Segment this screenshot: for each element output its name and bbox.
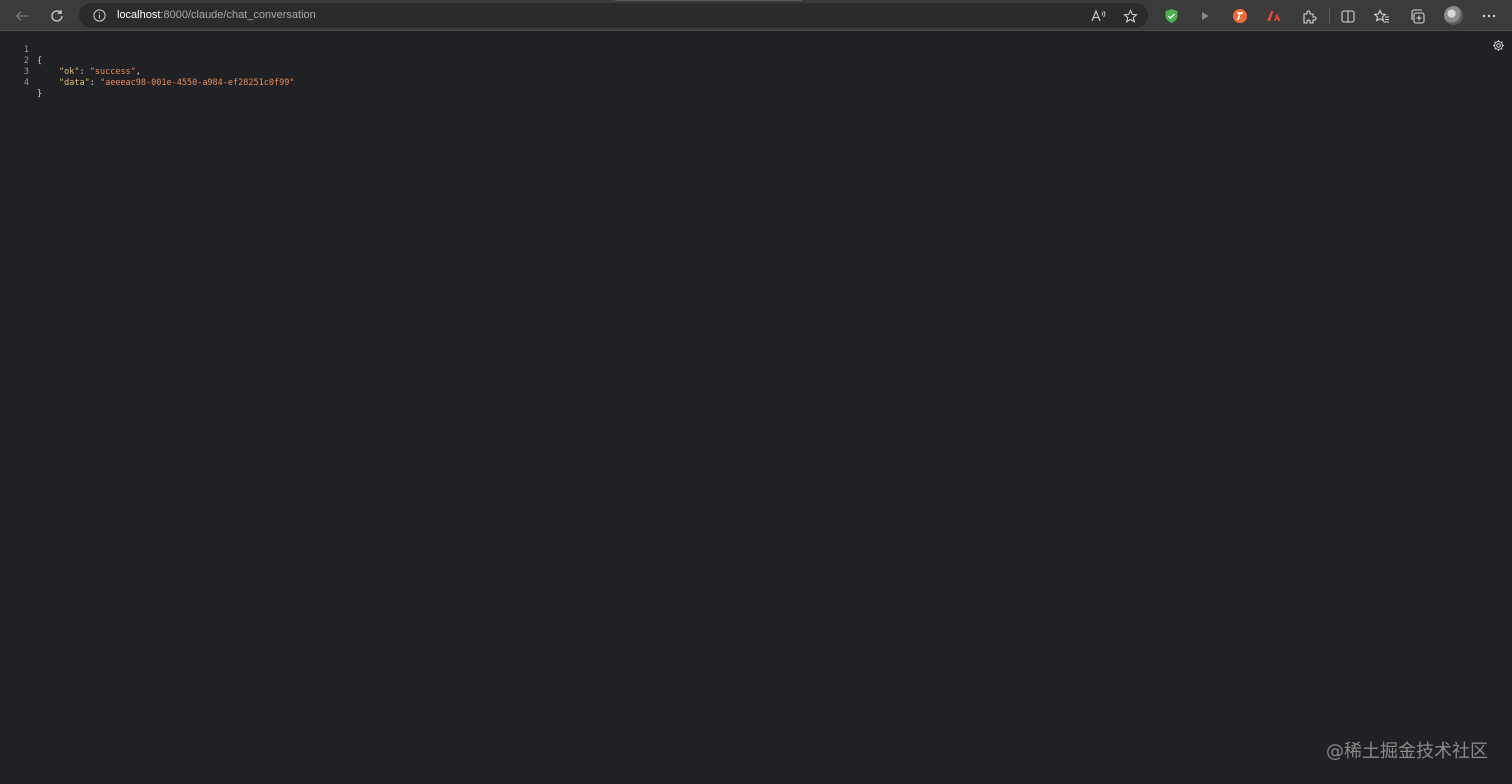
url-path: :8000/claude/chat_conversation [160,9,316,21]
translate-extension-icon [1233,9,1247,23]
url-text[interactable]: localhost:8000/claude/chat_conversation [117,8,316,23]
back-arrow-icon [15,11,28,21]
address-bar[interactable]: localhost:8000/claude/chat_conversation [79,3,1148,28]
json-line: 1 { [0,34,42,66]
json-viewer-settings-button[interactable] [1491,38,1505,52]
json-viewer: 1 { 2 "ok": "success", 3 "data": "aeeeac… [0,34,295,99]
read-aloud-icon [1090,9,1105,22]
site-info-button[interactable] [91,7,107,23]
split-screen-button[interactable] [1337,5,1359,27]
json-colon: : [79,67,90,77]
json-colon: : [89,78,100,88]
json-key: "ok" [59,67,80,77]
collections-icon [1410,8,1425,24]
json-line: 2 "ok": "success", [0,45,141,77]
line-number: 4 [23,78,29,88]
json-open-brace[interactable]: { [37,56,42,67]
json-entry: "ok": "success", [59,67,141,78]
play-extension-icon [1202,12,1209,20]
json-value: "aeeeac98-001e-4550-a984-ef28251c0f99" [99,78,295,88]
puzzle-icon [1302,10,1316,24]
url-host: localhost [117,9,161,21]
collections-button[interactable] [1406,5,1428,27]
more-button[interactable] [1478,5,1500,27]
adobe-extension-icon [1267,11,1281,21]
more-icon [1482,14,1496,18]
json-line: 4 } [0,67,42,99]
json-key: "data" [59,78,90,88]
back-button[interactable] [10,4,34,28]
json-line: 3 "data": "aeeeac98-001e-4550-a984-ef282… [0,56,295,88]
refresh-icon [51,10,63,22]
play-extension-button[interactable] [1194,5,1216,27]
json-close-brace[interactable]: } [37,89,42,100]
json-comma: , [135,67,141,77]
gear-icon [1492,39,1504,51]
json-entry: "data": "aeeeac98-001e-4550-a984-ef28251… [59,78,294,89]
watermark: @稀土掘金技术社区 [1326,741,1488,762]
shield-extension-button[interactable] [1160,5,1182,27]
toolbar-separator [1329,8,1330,24]
extensions-button[interactable] [1298,5,1320,27]
avatar[interactable] [1444,6,1463,25]
json-value: "success" [89,67,136,77]
favorites-button[interactable] [1371,5,1393,27]
translate-extension-button[interactable] [1229,5,1251,27]
tab-indicator [615,0,802,1]
favorites-icon [1374,8,1389,23]
star-icon [1122,8,1138,23]
browser-toolbar: localhost:8000/claude/chat_conversation [0,0,1512,31]
shield-extension-icon [1165,9,1177,23]
info-icon [92,8,106,22]
favorite-button[interactable] [1120,6,1140,26]
refresh-button[interactable] [45,4,69,28]
adobe-extension-button[interactable] [1263,5,1285,27]
read-aloud-button[interactable] [1088,6,1108,26]
split-screen-icon [1341,9,1355,23]
